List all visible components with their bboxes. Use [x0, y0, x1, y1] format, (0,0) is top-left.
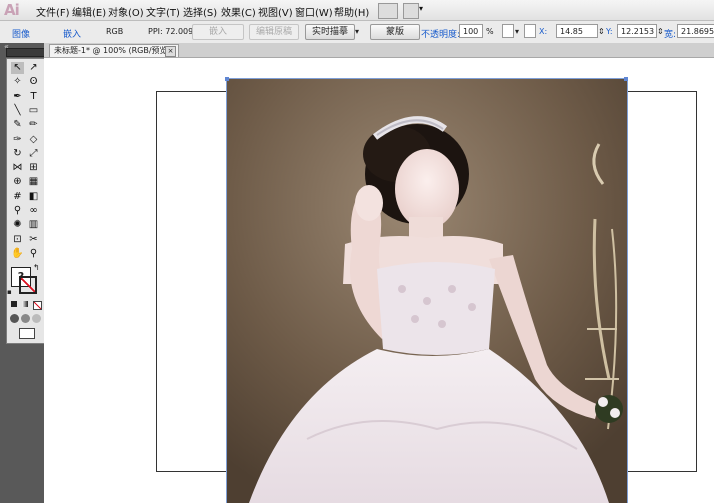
shape-builder-tool[interactable]: ⊕ — [11, 176, 24, 188]
stroke-swatch[interactable] — [19, 276, 37, 294]
document-tab[interactable]: 未标题-1* @ 100% (RGB/预览) × — [49, 44, 179, 57]
pen-tool[interactable]: ✒ — [11, 91, 24, 103]
y-stepper-icon[interactable]: ⇕ — [657, 27, 664, 36]
free-transform-tool[interactable]: ⊞ — [27, 162, 40, 174]
width-input[interactable]: 21.8695 c — [677, 24, 714, 50]
eyedropper-tool[interactable]: ⚲ — [11, 205, 24, 217]
opacity-label[interactable]: 不透明度: — [421, 27, 460, 40]
menu-help[interactable]: 帮助(H) — [334, 4, 369, 19]
bridge-icon[interactable] — [378, 3, 398, 19]
bounding-box-handle-tr[interactable] — [624, 77, 628, 81]
reference-point-dropdown-icon[interactable]: ▾ — [515, 27, 519, 36]
embed-button[interactable]: 嵌入 — [192, 24, 244, 40]
blob-brush-tool[interactable]: ✑ — [11, 134, 24, 146]
menu-bar: Ai 文件(F) 编辑(E) 对象(O) 文字(T) 选择(S) 效果(C) 视… — [0, 0, 714, 21]
bounding-box-handle-tl[interactable] — [225, 77, 229, 81]
scale-tool[interactable]: ⤢ — [27, 148, 40, 160]
x-stepper-icon[interactable]: ⇕ — [598, 27, 605, 36]
menu-type[interactable]: 文字(T) — [146, 4, 180, 19]
lasso-tool[interactable]: ʘ — [27, 76, 40, 88]
live-trace-dropdown-icon[interactable]: ▾ — [355, 27, 359, 36]
column-graph-tool[interactable]: ▥ — [27, 219, 40, 231]
mesh-tool[interactable]: # — [11, 191, 24, 203]
gradient-tool[interactable]: ◧ — [27, 191, 40, 203]
reference-point-icon[interactable] — [502, 24, 514, 38]
y-position-input[interactable]: 12.2153 cm — [617, 24, 657, 50]
control-bar: 图像 嵌入 RGB PPI: 72.009 嵌入 编辑原稿 实时描摹 ▾ 蒙版 … — [0, 21, 714, 50]
hand-tool[interactable]: ✋ — [11, 248, 24, 260]
screen-mode-icon[interactable] — [19, 328, 35, 339]
arrange-dropdown-icon[interactable]: ▾ — [419, 4, 423, 13]
type-tool[interactable]: T — [27, 91, 40, 103]
x-label: X: — [539, 27, 548, 36]
slice-tool[interactable]: ✂ — [27, 234, 40, 246]
zoom-tool[interactable]: ⚲ — [27, 248, 40, 260]
menu-object[interactable]: 对象(O) — [108, 4, 144, 19]
menu-view[interactable]: 视图(V) — [258, 4, 293, 19]
menu-select[interactable]: 选择(S) — [183, 4, 217, 19]
magic-wand-tool[interactable]: ✧ — [11, 76, 24, 88]
placed-image[interactable] — [226, 78, 628, 503]
mask-button[interactable]: 蒙版 — [370, 24, 420, 40]
live-trace-button[interactable]: 实时描摹 — [305, 24, 355, 40]
edit-original-button[interactable]: 编辑原稿 — [249, 24, 299, 40]
width-tool[interactable]: ⋈ — [11, 162, 24, 174]
none-mode-icon[interactable] — [33, 301, 42, 310]
close-tab-icon[interactable]: × — [165, 46, 176, 57]
artboard-tool[interactable]: ⊡ — [11, 234, 24, 246]
selection-tool[interactable]: ↖ — [11, 62, 24, 74]
paintbrush-tool[interactable]: ✎ — [11, 119, 24, 131]
menu-edit[interactable]: 编辑(E) — [72, 4, 106, 19]
embed-link-label[interactable]: 嵌入 — [63, 27, 81, 40]
gradient-mode-icon[interactable] — [22, 301, 28, 307]
swap-colors-icon[interactable]: ↰ — [33, 263, 40, 272]
document-tab-title: 未标题-1* @ 100% (RGB/预览) — [54, 46, 171, 55]
y-label: Y: — [606, 27, 613, 36]
draw-behind-icon[interactable] — [21, 314, 30, 323]
line-tool[interactable]: ╲ — [11, 105, 24, 117]
width-label: 宽: — [664, 30, 677, 40]
opacity-unit: % — [486, 27, 494, 36]
perspective-grid-tool[interactable]: ▦ — [27, 176, 40, 188]
menu-file[interactable]: 文件(F) — [36, 4, 70, 19]
tools-panel-grip[interactable] — [6, 48, 45, 57]
ppi-label: PPI: 72.009 — [148, 27, 194, 36]
draw-inside-icon[interactable] — [32, 314, 41, 323]
default-colors-icon[interactable]: ▪ — [7, 288, 12, 296]
rotate-tool[interactable]: ↻ — [11, 148, 24, 160]
app-logo: Ai — [4, 1, 20, 19]
menu-effect[interactable]: 效果(C) — [221, 4, 256, 19]
opacity-input[interactable]: 100 — [459, 24, 483, 38]
symbol-sprayer-tool[interactable]: ✺ — [11, 219, 24, 231]
x-position-input[interactable]: 14.85 cm — [556, 24, 598, 50]
color-mode-label: RGB — [106, 27, 124, 36]
transform-grid-icon[interactable] — [524, 24, 536, 38]
eraser-tool[interactable]: ◇ — [27, 134, 40, 146]
pencil-tool[interactable]: ✏ — [27, 119, 40, 131]
color-mode-icon[interactable] — [11, 301, 17, 307]
object-kind-label[interactable]: 图像 — [12, 27, 30, 40]
arrange-documents-icon[interactable] — [403, 3, 419, 19]
wedding-photo — [227, 79, 627, 503]
blend-tool[interactable]: ∞ — [27, 205, 40, 217]
document-tab-bar: 未标题-1* @ 100% (RGB/预览) × — [44, 43, 714, 58]
tools-panel: ↖↗✧ʘ✒T╲▭✎✏✑◇↻⤢⋈⊞⊕▦#◧⚲∞✺▥⊡✂✋⚲ ? ↰ ▪ — [6, 58, 45, 344]
draw-normal-icon[interactable] — [10, 314, 19, 323]
rectangle-tool[interactable]: ▭ — [27, 105, 40, 117]
direct-selection-tool[interactable]: ↗ — [27, 62, 40, 74]
menu-window[interactable]: 窗口(W) — [295, 4, 333, 19]
